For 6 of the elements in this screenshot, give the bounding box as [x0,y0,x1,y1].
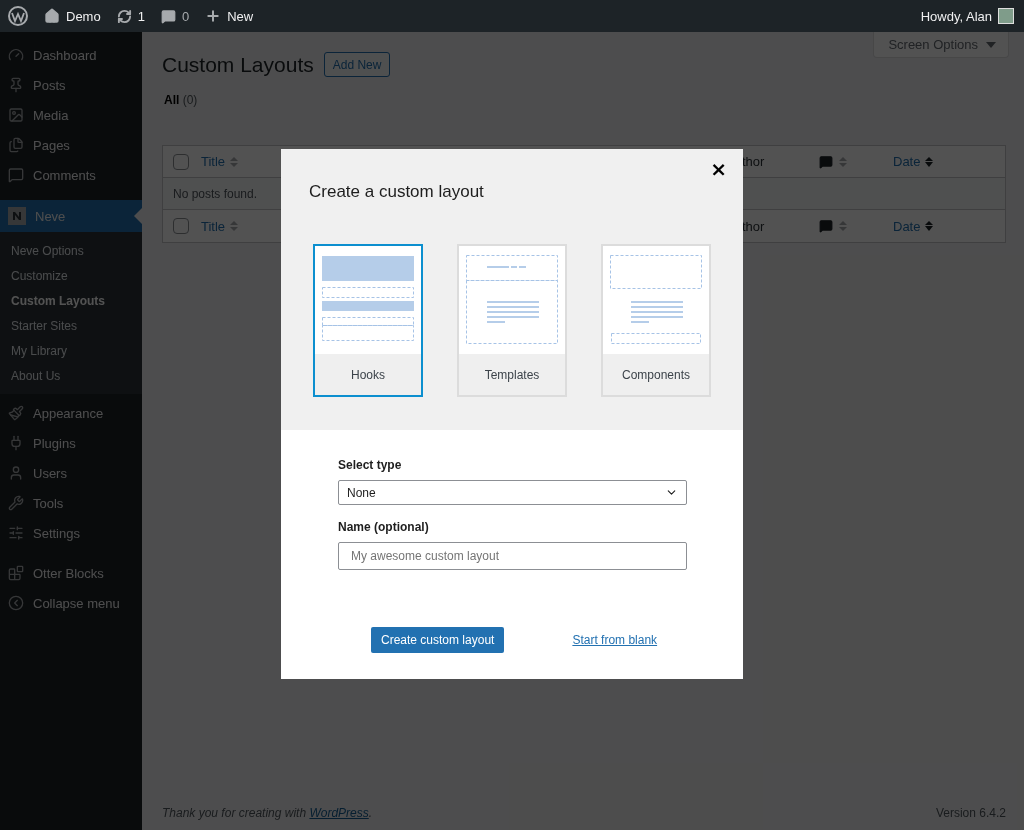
dialog-title: Create a custom layout [309,182,485,202]
column-header: thor [742,154,765,169]
field-label: Select type [338,458,403,472]
page-title: Custom Layouts [162,52,314,77]
column-header: thor [742,218,765,234]
field-label: Name (optional) [338,520,430,534]
